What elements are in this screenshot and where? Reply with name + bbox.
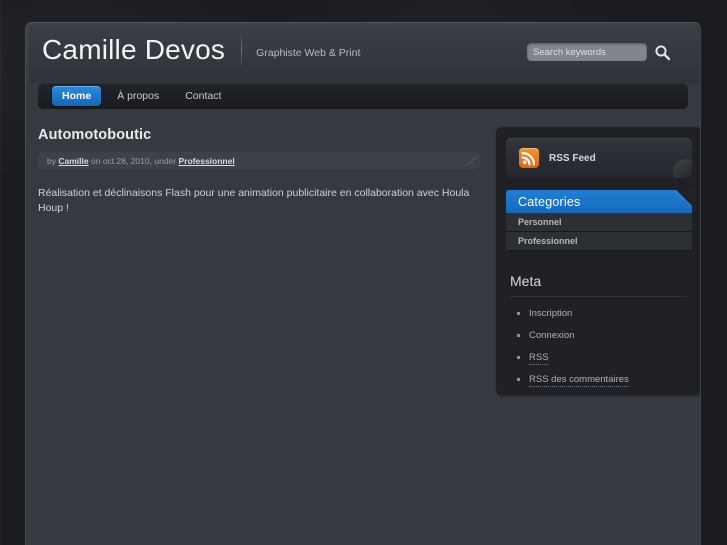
nav-item-contact[interactable]: Contact bbox=[175, 86, 231, 106]
meta-section: Meta Inscription Connexion RSS RSS des c… bbox=[506, 273, 692, 387]
body-area: Automotoboutic by Camille on oct.28, 201… bbox=[26, 109, 700, 545]
meta-item-label: RSS des commentaires bbox=[529, 374, 629, 387]
post-body-text: Réalisation et déclinaisons Flash pour u… bbox=[38, 187, 470, 214]
category-item-personnel[interactable]: Personnel bbox=[506, 213, 692, 232]
main-nav: Home À propos Contact bbox=[38, 83, 688, 109]
post-meta-bar: by Camille on oct.28, 2010, under Profes… bbox=[38, 152, 480, 169]
meta-item-rss-commentaires[interactable]: RSS des commentaires bbox=[517, 374, 692, 387]
site-header: Camille Devos Graphiste Web & Print bbox=[26, 23, 700, 83]
page-container: Camille Devos Graphiste Web & Print Home… bbox=[25, 22, 701, 545]
categories-list: Personnel Professionnel bbox=[506, 213, 692, 251]
search-input[interactable] bbox=[527, 43, 647, 61]
nav-wrapper: Home À propos Contact bbox=[26, 83, 700, 109]
site-title: Camille Devos bbox=[42, 34, 226, 65]
category-item-professionnel[interactable]: Professionnel bbox=[506, 232, 692, 251]
nav-item-home[interactable]: Home bbox=[52, 86, 102, 106]
rss-feed-label: RSS Feed bbox=[549, 152, 596, 164]
sidebar: RSS Feed Categories Personnel Profession… bbox=[496, 127, 700, 395]
post-meta-under-prefix: under bbox=[154, 155, 177, 166]
corner-fold-icon bbox=[676, 190, 692, 206]
brand: Camille Devos Graphiste Web & Print bbox=[42, 33, 360, 67]
meta-links-list: Inscription Connexion RSS RSS des commen… bbox=[510, 308, 692, 387]
rss-icon bbox=[519, 148, 539, 168]
corner-fold-icon bbox=[468, 156, 477, 165]
meta-item-label: RSS bbox=[529, 352, 549, 365]
meta-item-rss[interactable]: RSS bbox=[517, 352, 692, 365]
post-meta-by-prefix: by bbox=[47, 155, 56, 166]
post-category-link[interactable]: Professionnel bbox=[178, 156, 234, 166]
main-content: Automotoboutic by Camille on oct.28, 201… bbox=[38, 127, 480, 545]
nav-item-a-propos[interactable]: À propos bbox=[107, 86, 169, 106]
post-date: oct.28, 2010, bbox=[102, 155, 152, 166]
meta-heading: Meta bbox=[510, 273, 686, 297]
page-curl-icon bbox=[673, 159, 692, 178]
brand-divider bbox=[241, 34, 243, 66]
categories-header: Categories bbox=[506, 190, 692, 213]
meta-item-connexion[interactable]: Connexion bbox=[517, 330, 692, 341]
search-icon bbox=[654, 44, 670, 60]
search-form bbox=[527, 41, 673, 63]
meta-item-label: Connexion bbox=[529, 330, 575, 341]
site-tagline: Graphiste Web & Print bbox=[256, 47, 361, 59]
search-button[interactable] bbox=[651, 41, 673, 63]
post-meta-on-prefix: on bbox=[90, 155, 101, 166]
categories-heading: Categories bbox=[518, 194, 581, 209]
post-title: Automotoboutic bbox=[38, 127, 152, 143]
meta-item-inscription[interactable]: Inscription bbox=[517, 308, 692, 319]
rss-feed-box[interactable]: RSS Feed bbox=[506, 138, 692, 178]
post-author-link[interactable]: Camille bbox=[58, 156, 88, 166]
meta-item-label: Inscription bbox=[529, 308, 573, 319]
